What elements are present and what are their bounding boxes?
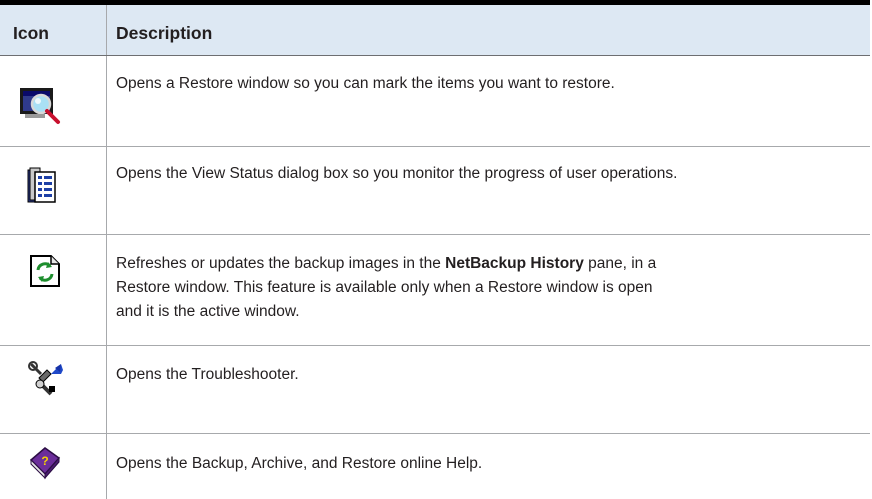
row-description: Opens the Troubleshooter. xyxy=(116,366,299,383)
refresh-desc-line1-after: pane, in a xyxy=(583,255,657,272)
row-divider xyxy=(0,55,870,56)
table-header: Icon Description xyxy=(0,5,870,55)
column-divider xyxy=(106,5,107,499)
header-description-label: Description xyxy=(116,23,213,43)
header-icon-label: Icon xyxy=(13,23,49,43)
row-description: Opens the View Status dialog box so you … xyxy=(116,165,678,182)
refresh-icon xyxy=(29,254,61,288)
refresh-desc-line2: Restore window. This feature is availabl… xyxy=(116,279,653,296)
refresh-desc-line3: and it is the active window. xyxy=(116,303,300,320)
svg-text:?: ? xyxy=(41,454,48,468)
restore-window-magnifier-icon xyxy=(19,84,63,126)
row-description: Opens a Restore window so you can mark t… xyxy=(116,75,615,92)
row-divider xyxy=(0,433,870,434)
row-description: Refreshes or updates the backup images i… xyxy=(116,252,861,324)
refresh-desc-line1-before: Refreshes or updates the backup images i… xyxy=(116,255,446,272)
row-divider xyxy=(0,345,870,346)
row-description: Opens the Backup, Archive, and Restore o… xyxy=(116,455,483,472)
troubleshooter-icon xyxy=(27,360,65,396)
netbackup-history-bold: NetBackup History xyxy=(445,255,584,272)
view-status-icon xyxy=(27,166,59,206)
row-divider xyxy=(0,146,870,147)
online-help-book-icon: ? xyxy=(27,444,61,480)
row-divider xyxy=(0,234,870,235)
